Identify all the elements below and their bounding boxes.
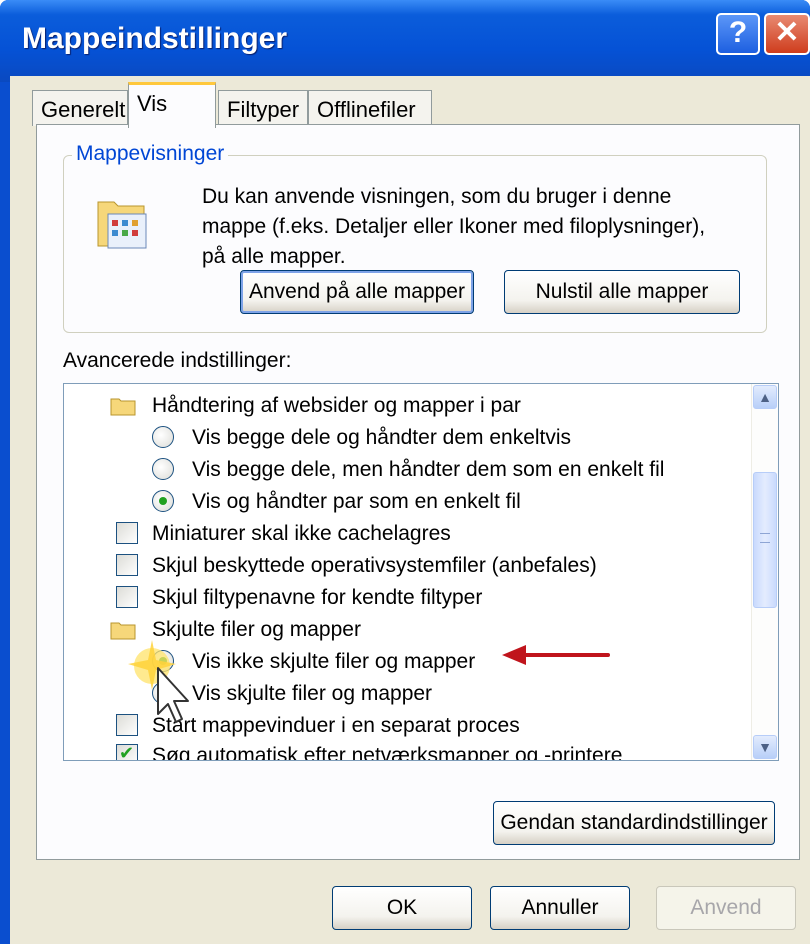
list-item-label: Start mappevinduer i en separat proces [152, 714, 520, 737]
mouse-cursor-icon [128, 640, 189, 723]
close-icon: ✕ [774, 16, 800, 49]
scroll-up-icon[interactable]: ▲ [753, 385, 777, 409]
restore-defaults-button[interactable]: Gendan standardindstillinger [493, 801, 775, 845]
close-button[interactable]: ✕ [764, 13, 810, 55]
list-item-label: Skjul beskyttede operativsystemfiler (an… [152, 554, 597, 577]
apply-button: Anvend [656, 886, 796, 930]
folder-view-icon [97, 201, 147, 249]
list-item-label: Vis begge dele og håndter dem enkeltvis [192, 426, 572, 449]
list-item-label: Vis begge dele, men håndter dem som en e… [192, 458, 665, 481]
window-title: Mappeindstillinger [22, 22, 288, 55]
advanced-settings-label: Avancerede indstillinger: [63, 349, 292, 372]
list-item-label: Vis ikke skjulte filer og mapper [192, 650, 476, 673]
apply-all-folders-button[interactable]: Anvend på alle mapper [240, 270, 474, 314]
tab-label: Generelt [41, 97, 126, 122]
checkbox[interactable] [116, 554, 138, 576]
thumb-grip [760, 533, 770, 543]
help-icon: ? [728, 16, 748, 49]
ok-button[interactable]: OK [332, 886, 472, 930]
tab-label: Filtyper [227, 97, 300, 122]
list-scrollbar[interactable]: ▲ ▼ [751, 384, 778, 760]
radio-button[interactable] [152, 426, 174, 448]
title-bar[interactable]: Mappeindstillinger ? ✕ [0, 0, 810, 82]
checkbox[interactable] [116, 522, 138, 544]
tab-label: Vis [137, 91, 168, 116]
list-item-label: Søg automatisk efter netværksmapper og -… [152, 744, 623, 761]
folder-views-description: Du kan anvende visningen, som du bruger … [202, 185, 706, 268]
help-button[interactable]: ? [716, 13, 760, 55]
cancel-button[interactable]: Annuller [490, 886, 630, 930]
checkbox[interactable] [116, 743, 138, 760]
dialog-client: Generelt Vis Filtyper Offlinefiler Mappe… [10, 76, 810, 944]
reset-all-folders-button[interactable]: Nulstil alle mapper [504, 270, 740, 314]
advanced-settings-list[interactable]: Håndtering af websider og mapper i par V… [63, 383, 779, 761]
checkbox[interactable] [116, 586, 138, 608]
list-item-label: Skjul filtypenavne for kendte filtyper [152, 586, 483, 609]
list-item-label: Vis og håndter par som en enkelt fil [192, 490, 521, 513]
radio-button[interactable] [152, 458, 174, 480]
list-item-label: Miniaturer skal ikke cachelagres [152, 522, 451, 545]
radio-button[interactable] [152, 490, 174, 512]
tab-vis[interactable]: Vis [128, 82, 216, 128]
group-label: Mappevisninger [72, 142, 229, 166]
tab-offlinefiler[interactable]: Offlinefiler [308, 90, 432, 126]
folder-views-group: Mappevisninger Du kan anvende visningen,… [63, 142, 767, 333]
scroll-thumb[interactable] [753, 472, 777, 608]
scroll-down-icon[interactable]: ▼ [753, 735, 777, 759]
list-item-label: Håndtering af websider og mapper i par [152, 394, 521, 417]
tab-label: Offlinefiler [317, 97, 416, 122]
folder-options-window: Mappeindstillinger ? ✕ Generelt Vis Filt… [0, 0, 810, 944]
tab-generelt[interactable]: Generelt [32, 90, 128, 126]
folder-icon [110, 398, 136, 416]
tab-panel-vis: Mappevisninger Du kan anvende visningen,… [36, 124, 800, 860]
list-item-label: Vis skjulte filer og mapper [192, 682, 433, 705]
annotation-arrow-icon [502, 645, 610, 665]
tab-filtyper[interactable]: Filtyper [218, 90, 308, 126]
